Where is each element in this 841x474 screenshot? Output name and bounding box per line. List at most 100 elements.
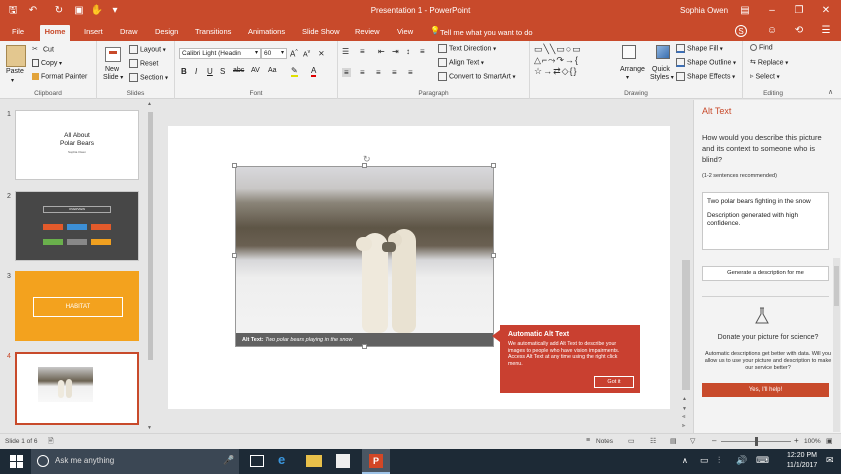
tab-insert[interactable]: Insert [80, 25, 107, 41]
slide-canvas[interactable]: ↻ Alt Text: Two polar bears playing in t… [168, 126, 670, 409]
keyboard-icon[interactable]: ⌨ [756, 455, 769, 466]
slideshow-icon[interactable]: ▽ [690, 437, 695, 445]
fit-to-window-icon[interactable]: ▣ [826, 437, 833, 445]
alt-pane-scrollbar[interactable] [833, 258, 840, 432]
shadow-icon[interactable]: S [220, 67, 225, 76]
cortana-search-box[interactable]: Ask me anything 🎤 [31, 449, 239, 474]
zoom-level[interactable]: 100% [804, 438, 821, 445]
new-slide-icon[interactable] [105, 47, 121, 62]
minimize-icon[interactable]: – [764, 4, 780, 18]
paste-button[interactable]: Paste [6, 68, 24, 75]
section-button[interactable]: Section ▾ [129, 73, 168, 82]
align-center-icon[interactable]: ≡ [360, 68, 365, 77]
task-view-icon[interactable] [250, 455, 264, 467]
canvas-scrollbar[interactable]: ▲ ▼ ⫷ ⫸ [680, 100, 692, 433]
zoom-in-icon[interactable]: + [794, 436, 799, 445]
arrange-dropdown-icon[interactable]: ▾ [626, 74, 629, 81]
notifications-icon[interactable]: ✉ [826, 455, 834, 466]
volume-icon[interactable]: 🔊 [736, 455, 747, 466]
network-icon[interactable]: ▭ [700, 455, 709, 466]
ribbon-display-icon[interactable]: ▤ [737, 4, 753, 18]
font-size-dropdown-icon[interactable]: ▾ [281, 49, 284, 56]
slide-thumbnail-3[interactable]: HABITAT [15, 271, 139, 341]
font-name-dropdown-icon[interactable]: ▾ [255, 49, 258, 56]
align-left-icon[interactable]: ≡ [342, 68, 351, 77]
slides-scrollbar[interactable]: ▲ ▼ [146, 100, 155, 433]
wifi-icon[interactable]: ⫶ [718, 455, 720, 466]
canvas-scroll-thumb[interactable] [682, 260, 690, 390]
tab-home[interactable]: Home [40, 25, 70, 41]
slide-thumbnail-4[interactable] [15, 352, 139, 425]
reading-view-icon[interactable]: ▤ [670, 437, 677, 445]
resize-handle[interactable] [491, 253, 496, 258]
slide-thumbnail-1[interactable]: All About Polar Bears Sophia Owen [15, 110, 139, 180]
restore-icon[interactable]: ❐ [791, 4, 807, 18]
font-name-box[interactable]: Calibri Light (Headin [179, 48, 261, 59]
next-slide-icon[interactable]: ⫸ [682, 423, 685, 430]
find-button[interactable]: Find [750, 44, 773, 51]
scroll-down-icon[interactable]: ▼ [147, 425, 152, 431]
shape-fill-button[interactable]: Shape Fill ▾ [676, 44, 723, 53]
collapse-ribbon-icon[interactable]: ∧ [828, 88, 833, 96]
highlight-icon[interactable]: ✎ [291, 66, 298, 77]
clock-date[interactable]: 11/1/2017 [782, 462, 822, 469]
distributed-icon[interactable]: ≡ [408, 68, 413, 77]
arrange-label[interactable]: Arrange [620, 66, 645, 73]
powerpoint-taskbar-button[interactable]: P [362, 449, 390, 474]
arrange-icon[interactable] [622, 45, 636, 59]
tab-file[interactable]: File [8, 25, 28, 41]
quick-styles-label[interactable]: Quick [652, 66, 670, 73]
generate-description-button[interactable]: Generate a description for me [702, 266, 829, 281]
prev-slide-icon[interactable]: ⫷ [682, 414, 685, 421]
got-it-button[interactable]: Got it [594, 376, 634, 388]
change-case-icon[interactable]: Aa [268, 67, 277, 74]
tab-design[interactable]: Design [151, 25, 182, 41]
new-slide-label2[interactable]: Slide ▾ [103, 74, 123, 81]
spellcheck-icon[interactable]: 🖹 [48, 437, 54, 448]
store-icon[interactable] [336, 454, 350, 468]
quick-styles-label2[interactable]: Styles ▾ [650, 74, 674, 81]
paste-icon[interactable] [6, 45, 26, 67]
line-spacing-icon[interactable]: ↕ [406, 47, 410, 56]
replace-button[interactable]: ⇆ Replace ▾ [750, 58, 788, 67]
italic-icon[interactable]: I [195, 67, 197, 76]
tab-transitions[interactable]: Transitions [191, 25, 235, 41]
activity-icon[interactable]: ⟲ [791, 25, 807, 39]
tab-animations[interactable]: Animations [244, 25, 289, 41]
columns-icon[interactable]: ≡ [420, 47, 425, 56]
copy-button[interactable]: Copy ▾ [32, 59, 62, 67]
scroll-up-icon[interactable]: ▲ [682, 396, 687, 402]
tab-review[interactable]: Review [351, 25, 384, 41]
notes-button[interactable]: Notes [596, 438, 613, 445]
normal-view-icon[interactable]: ▭ [628, 437, 635, 445]
tell-me-search[interactable]: Tell me what you want to do [440, 28, 533, 37]
scroll-down-icon[interactable]: ▼ [682, 406, 687, 412]
decrease-font-icon[interactable]: Av [303, 49, 310, 58]
resize-handle[interactable] [232, 163, 237, 168]
comments-icon[interactable]: ☰ [818, 25, 834, 39]
increase-indent-icon[interactable]: ⇥ [392, 47, 399, 56]
new-slide-label[interactable]: New [105, 66, 119, 73]
shapes-gallery[interactable]: ▭╲╲▭○▭ △⌐⤳↷→{☆→⇄◇{} [534, 44, 618, 80]
notes-icon[interactable]: ≡ [586, 437, 590, 444]
select-button[interactable]: ▹ Select ▾ [750, 72, 780, 81]
font-color-icon[interactable]: A [311, 66, 317, 77]
tab-slide-show[interactable]: Slide Show [298, 25, 344, 41]
edge-icon[interactable]: e [278, 452, 285, 467]
microphone-icon[interactable]: 🎤 [223, 455, 234, 466]
format-painter-button[interactable]: Format Painter [32, 73, 87, 80]
align-right-icon[interactable]: ≡ [376, 68, 381, 77]
alt-text-description-field[interactable]: Two polar bears fighting in the snow Des… [702, 192, 829, 250]
underline-icon[interactable]: U [207, 67, 213, 76]
slide-sorter-icon[interactable]: ☷ [650, 437, 656, 445]
tab-draw[interactable]: Draw [116, 25, 142, 41]
convert-smartart-button[interactable]: Convert to SmartArt ▾ [438, 72, 516, 81]
show-hidden-icons[interactable]: ∧ [682, 456, 688, 465]
polar-bears-image[interactable]: Alt Text: Two polar bears playing in the… [235, 166, 494, 347]
scroll-up-icon[interactable]: ▲ [147, 101, 152, 107]
justify-icon[interactable]: ≡ [392, 68, 397, 77]
align-text-button[interactable]: Align Text ▾ [438, 58, 484, 67]
user-name[interactable]: Sophia Owen [680, 6, 728, 15]
skype-icon[interactable]: S [735, 25, 747, 37]
decrease-indent-icon[interactable]: ⇤ [378, 47, 385, 56]
